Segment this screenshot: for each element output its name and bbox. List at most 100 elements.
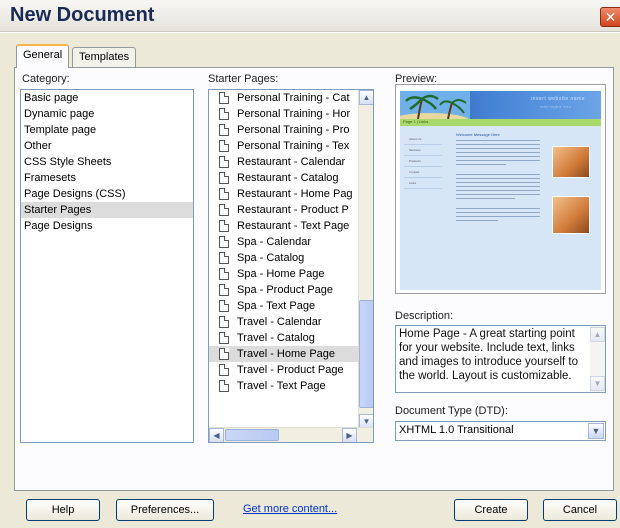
category-item[interactable]: CSS Style Sheets bbox=[21, 154, 193, 170]
starter-pages-label: Starter Pages: bbox=[208, 73, 279, 85]
starter-page-label: Travel - Product Page bbox=[237, 364, 344, 376]
page-icon bbox=[219, 300, 229, 312]
starter-page-item[interactable]: Personal Training - Tex bbox=[209, 138, 359, 154]
close-button[interactable]: ✕ bbox=[600, 7, 620, 27]
doctype-value: XHTML 1.0 Transitional bbox=[399, 424, 514, 436]
get-more-content-link[interactable]: Get more content... bbox=[243, 503, 337, 515]
hscroll-thumb[interactable] bbox=[225, 429, 279, 441]
starter-page-label: Restaurant - Calendar bbox=[237, 156, 346, 168]
page-icon bbox=[219, 252, 229, 264]
page-icon bbox=[219, 108, 229, 120]
scroll-left-icon[interactable]: ◀ bbox=[209, 428, 224, 442]
preview-site-tagline: enter tagline here bbox=[539, 104, 571, 109]
preferences-button[interactable]: Preferences... bbox=[116, 499, 214, 521]
starter-page-label: Restaurant - Home Pag bbox=[237, 188, 353, 200]
starter-page-label: Personal Training - Cat bbox=[237, 92, 350, 104]
palm-tree-icon bbox=[400, 91, 470, 119]
page-icon bbox=[219, 188, 229, 200]
starter-page-label: Travel - Home Page bbox=[237, 348, 336, 360]
cancel-button[interactable]: Cancel bbox=[543, 499, 617, 521]
create-button[interactable]: Create bbox=[454, 499, 528, 521]
page-icon bbox=[219, 220, 229, 232]
preview-side-link: Products bbox=[404, 156, 442, 167]
preview-site-title: insert website name bbox=[531, 96, 585, 102]
description-text: Home Page - A great starting point for y… bbox=[399, 328, 578, 382]
preview-side-link: Services bbox=[404, 145, 442, 156]
starter-page-item[interactable]: Spa - Home Page bbox=[209, 266, 359, 282]
starter-page-item[interactable]: Spa - Product Page bbox=[209, 282, 359, 298]
starter-page-label: Spa - Home Page bbox=[237, 268, 325, 280]
category-item[interactable]: Dynamic page bbox=[21, 106, 193, 122]
category-item[interactable]: Starter Pages bbox=[21, 202, 193, 218]
starter-page-label: Travel - Catalog bbox=[237, 332, 315, 344]
scroll-thumb[interactable] bbox=[359, 300, 373, 408]
preview-nav-text: Page 1 | Links bbox=[403, 119, 429, 124]
scroll-up-icon[interactable]: ▲ bbox=[359, 90, 373, 105]
starter-page-label: Spa - Calendar bbox=[237, 236, 311, 248]
page-icon bbox=[219, 268, 229, 280]
starter-page-item[interactable]: Travel - Calendar bbox=[209, 314, 359, 330]
starter-page-label: Spa - Text Page bbox=[237, 300, 316, 312]
category-item[interactable]: Framesets bbox=[21, 170, 193, 186]
description-scrollbar[interactable]: ▲ ▼ bbox=[590, 326, 605, 392]
starter-pages-hscrollbar[interactable]: ◀ ▶ bbox=[209, 427, 373, 442]
preview-side-link: About Us bbox=[404, 134, 442, 145]
starter-pages-list[interactable]: Personal Training - Cat Personal Training… bbox=[208, 89, 374, 443]
starter-page-item[interactable]: Travel - Catalog bbox=[209, 330, 359, 346]
preferences-button-label: Preferences... bbox=[130, 504, 200, 516]
desc-scroll-down-icon[interactable]: ▼ bbox=[590, 376, 605, 391]
page-icon bbox=[219, 140, 229, 152]
doctype-select[interactable]: XHTML 1.0 Transitional ▼ bbox=[395, 421, 606, 441]
starter-page-item[interactable]: Restaurant - Home Pag bbox=[209, 186, 359, 202]
preview-sidebar: About Us Services Products Contact Links bbox=[404, 134, 442, 214]
dialog-title: New Document bbox=[10, 4, 155, 26]
help-button[interactable]: Help bbox=[26, 499, 100, 521]
category-item[interactable]: Page Designs bbox=[21, 218, 193, 234]
preview-side-link: Contact bbox=[404, 167, 442, 178]
page-icon bbox=[219, 332, 229, 344]
preview-heading: Welcome Message Here bbox=[456, 132, 500, 137]
preview-pane: insert website name enter tagline here P… bbox=[395, 84, 606, 294]
starter-page-item[interactable]: Travel - Product Page bbox=[209, 362, 359, 378]
starter-page-item[interactable]: Restaurant - Text Page bbox=[209, 218, 359, 234]
page-icon bbox=[219, 92, 229, 104]
starter-pages-vscrollbar[interactable]: ▲ ▼ bbox=[358, 90, 373, 429]
starter-page-item[interactable]: Personal Training - Cat bbox=[209, 90, 359, 106]
starter-page-item[interactable]: Personal Training - Pro bbox=[209, 122, 359, 138]
desc-scroll-up-icon[interactable]: ▲ bbox=[590, 327, 605, 342]
starter-page-label: Restaurant - Product P bbox=[237, 204, 349, 216]
starter-page-item[interactable]: Spa - Catalog bbox=[209, 250, 359, 266]
tab-general[interactable]: General bbox=[16, 44, 70, 68]
close-icon: ✕ bbox=[604, 9, 617, 25]
starter-page-item[interactable]: Spa - Calendar bbox=[209, 234, 359, 250]
starter-page-item[interactable]: Travel - Text Page bbox=[209, 378, 359, 394]
tab-templates[interactable]: Templates bbox=[72, 47, 137, 67]
scroll-right-icon[interactable]: ▶ bbox=[342, 428, 357, 442]
starter-page-label: Travel - Text Page bbox=[237, 380, 326, 392]
page-icon bbox=[219, 380, 229, 392]
category-item[interactable]: Other bbox=[21, 138, 193, 154]
starter-page-item[interactable]: Personal Training - Hor bbox=[209, 106, 359, 122]
category-item[interactable]: Basic page bbox=[21, 90, 193, 106]
page-icon bbox=[219, 124, 229, 136]
category-item[interactable]: Page Designs (CSS) bbox=[21, 186, 193, 202]
starter-page-item[interactable]: Restaurant - Calendar bbox=[209, 154, 359, 170]
help-button-label: Help bbox=[51, 504, 75, 516]
starter-page-label: Spa - Catalog bbox=[237, 252, 305, 264]
cancel-button-label: Cancel bbox=[562, 504, 598, 516]
starter-page-item[interactable]: Spa - Text Page bbox=[209, 298, 359, 314]
category-list[interactable]: Basic page Dynamic page Template page Other… bbox=[20, 89, 194, 443]
doctype-label: Document Type (DTD): bbox=[395, 405, 508, 417]
starter-page-label: Spa - Product Page bbox=[237, 284, 334, 296]
create-button-label: Create bbox=[474, 504, 508, 516]
dialog-body: General Templates Category: Starter Page… bbox=[0, 33, 620, 528]
preview-header: insert website name enter tagline here bbox=[400, 91, 601, 119]
starter-page-item[interactable]: Restaurant - Catalog bbox=[209, 170, 359, 186]
starter-page-item[interactable]: Travel - Home Page bbox=[209, 346, 359, 362]
chevron-down-icon[interactable]: ▼ bbox=[588, 423, 604, 439]
category-label: Category: bbox=[22, 73, 70, 85]
page-icon bbox=[219, 316, 229, 328]
preview-body: About Us Services Products Contact Links Wel… bbox=[400, 126, 601, 290]
starter-page-item[interactable]: Restaurant - Product P bbox=[209, 202, 359, 218]
category-item[interactable]: Template page bbox=[21, 122, 193, 138]
